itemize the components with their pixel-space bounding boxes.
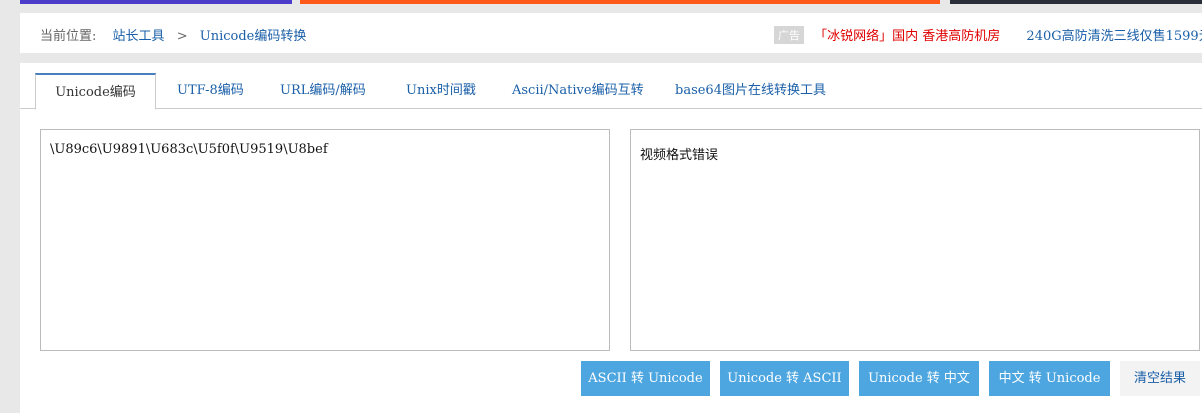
banner-ad-center[interactable]	[300, 0, 940, 4]
clear-result-button[interactable]: 清空结果	[1120, 361, 1200, 396]
tab-bar: Unicode编码 UTF-8编码 URL编码/解码 Unix时间戳 Ascii…	[20, 73, 1202, 110]
banner-ad-right[interactable]	[950, 0, 1202, 4]
chinese-to-unicode-button[interactable]: 中文 转 Unicode	[989, 361, 1110, 396]
breadcrumb-prefix: 当前位置:	[40, 29, 97, 44]
tab-base64-image[interactable]: base64图片在线转换工具	[675, 73, 826, 109]
tab-utf8[interactable]: UTF-8编码	[177, 73, 244, 109]
header-ad: 广告 「冰锐网络」国内 香港高防机房 240G高防清洗三线仅售1599元?	[774, 25, 1202, 44]
banner-ad-left[interactable]	[20, 0, 292, 4]
ad-tag: 广告	[774, 26, 804, 44]
result-output-textarea[interactable]: 视频格式错误	[630, 129, 1200, 351]
unicode-to-ascii-button[interactable]: Unicode 转 ASCII	[720, 361, 849, 396]
ascii-to-unicode-button[interactable]: ASCII 转 Unicode	[581, 361, 710, 396]
breadcrumb-current-link[interactable]: Unicode编码转换	[200, 29, 307, 44]
tab-unix-timestamp[interactable]: Unix时间戳	[406, 73, 476, 109]
breadcrumb-home-link[interactable]: 站长工具	[113, 29, 165, 44]
tab-ascii-native[interactable]: Ascii/Native编码互转	[512, 73, 644, 109]
ad-link-bingrui[interactable]: 「冰锐网络」国内 香港高防机房	[814, 29, 1000, 44]
breadcrumb-separator: >	[176, 29, 188, 44]
ad-link-highdefense[interactable]: 240G高防清洗三线仅售1599元?	[1026, 29, 1202, 44]
breadcrumb: 当前位置: 站长工具 > Unicode编码转换	[40, 25, 306, 44]
unicode-input-textarea[interactable]: \U89c6\U9891\U683c\U5f0f\U9519\U8bef	[40, 129, 610, 351]
converter-panel: Unicode编码 UTF-8编码 URL编码/解码 Unix时间戳 Ascii…	[20, 63, 1202, 413]
unicode-to-chinese-button[interactable]: Unicode 转 中文	[859, 361, 979, 396]
tab-unicode[interactable]: Unicode编码	[35, 73, 156, 110]
tab-url-encode[interactable]: URL编码/解码	[280, 73, 366, 109]
breadcrumb-bar: 当前位置: 站长工具 > Unicode编码转换 广告 「冰锐网络」国内 香港高…	[20, 13, 1202, 53]
